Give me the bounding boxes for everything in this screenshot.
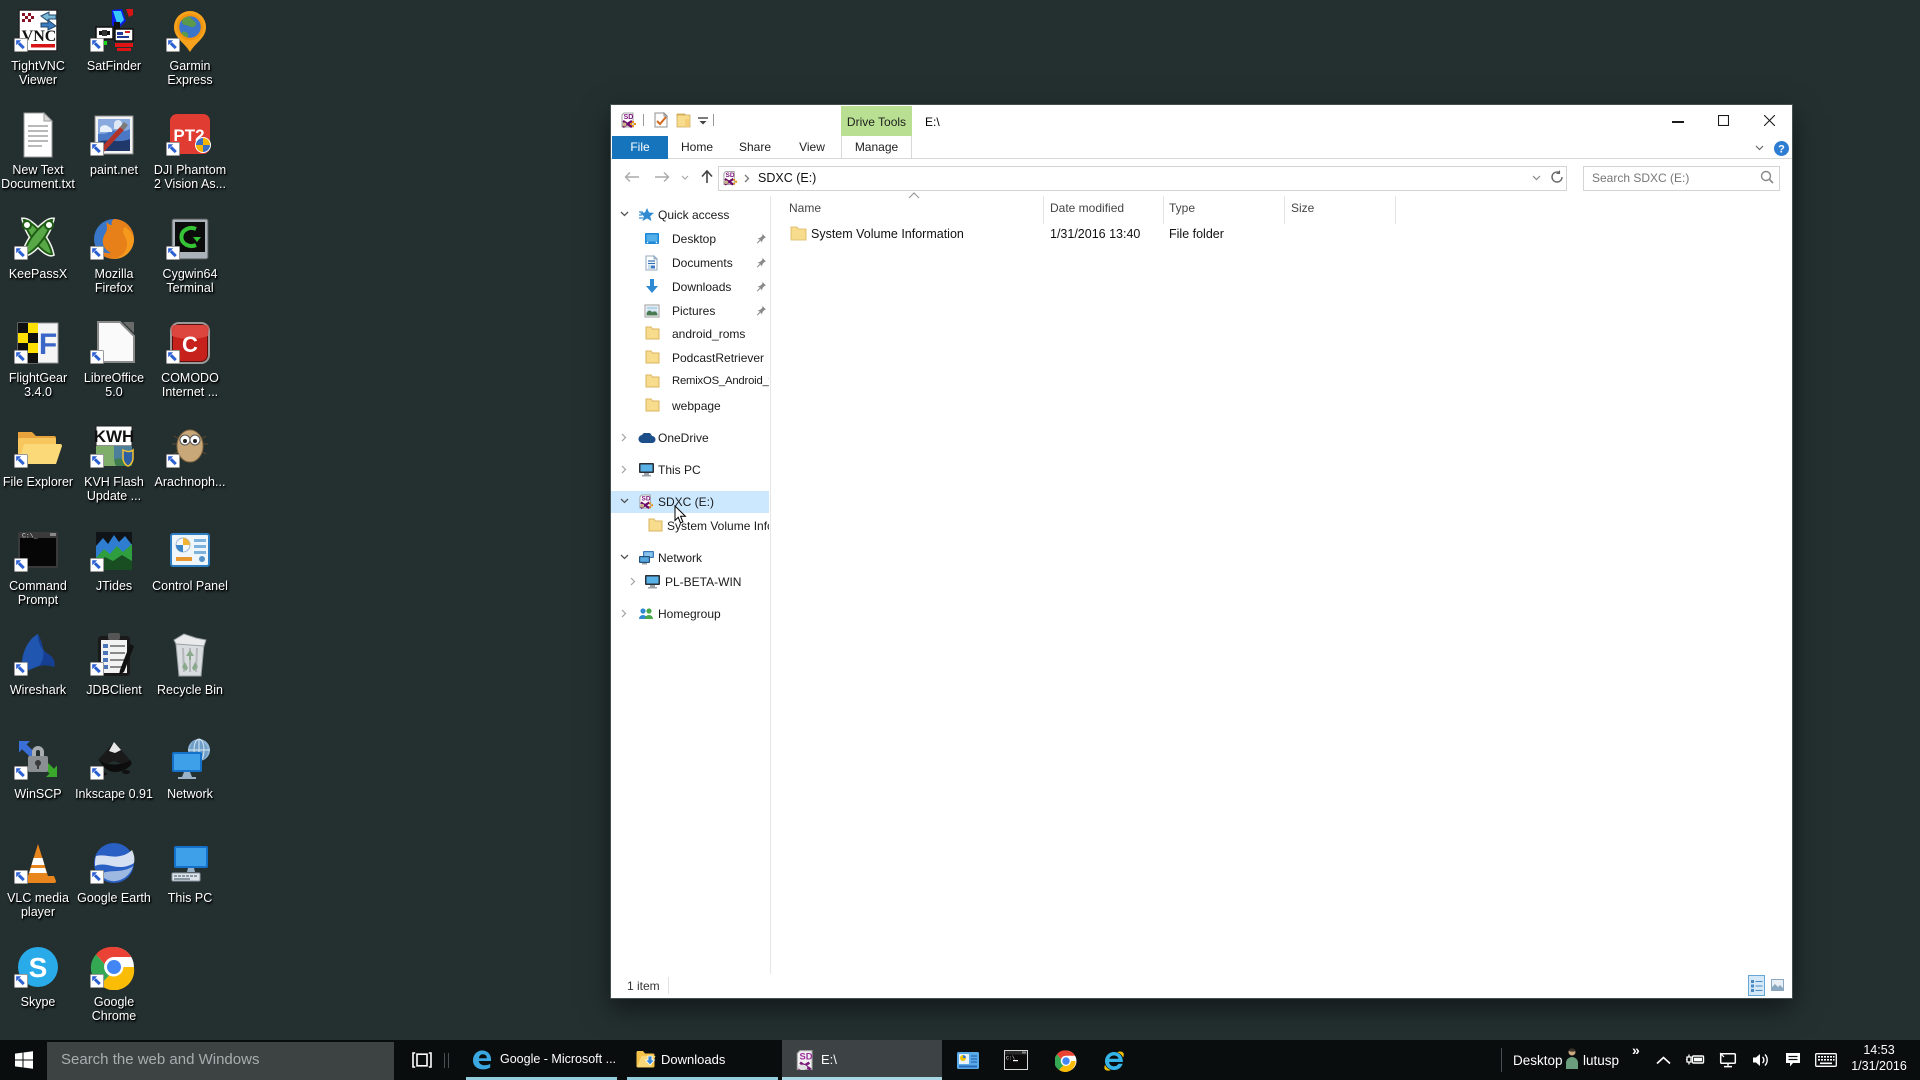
- svg-text:C: C: [182, 332, 198, 357]
- svg-text:SD: SD: [725, 172, 734, 179]
- svg-text:?: ?: [1778, 144, 1785, 156]
- svg-text:SD: SD: [641, 496, 650, 503]
- svg-text:C:\_: C:\_: [22, 533, 38, 540]
- svg-text:KWH: KWH: [94, 427, 135, 446]
- svg-text:SD: SD: [624, 114, 634, 121]
- svg-text:F: F: [39, 328, 57, 361]
- svg-text:S: S: [29, 952, 48, 983]
- svg-text:SD: SD: [800, 1051, 813, 1061]
